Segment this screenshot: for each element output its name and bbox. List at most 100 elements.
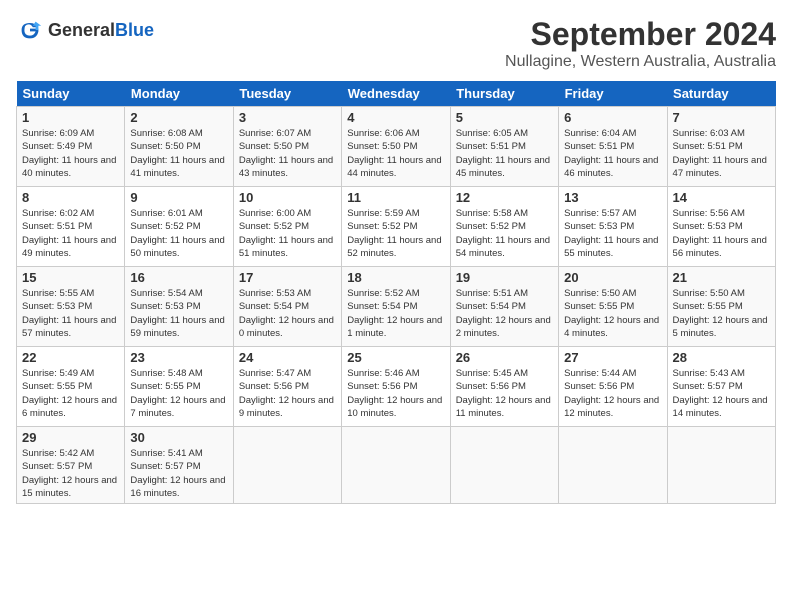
calendar-week-row: 15 Sunrise: 5:55 AMSunset: 5:53 PMDayligh…	[17, 267, 776, 347]
day-info: Sunrise: 5:50 AMSunset: 5:55 PMDaylight:…	[564, 287, 661, 340]
column-header-thursday: Thursday	[450, 81, 558, 107]
day-number: 7	[673, 110, 770, 125]
calendar-table: SundayMondayTuesdayWednesdayThursdayFrid…	[16, 81, 776, 504]
calendar-cell: 10Sunrise: 6:00 AMSunset: 5:52 PMDayligh…	[233, 187, 341, 267]
calendar-cell: 23 Sunrise: 5:48 AMSunset: 5:55 PMDayligh…	[125, 347, 233, 427]
day-info: Sunrise: 6:03 AMSunset: 5:51 PMDaylight:…	[673, 127, 770, 180]
day-number: 9	[130, 190, 227, 205]
day-info: Sunrise: 5:50 AMSunset: 5:55 PMDaylight:…	[673, 287, 770, 340]
calendar-cell: 19 Sunrise: 5:51 AMSunset: 5:54 PMDayligh…	[450, 267, 558, 347]
day-info: Sunrise: 5:52 AMSunset: 5:54 PMDaylight:…	[347, 287, 444, 340]
day-number: 23	[130, 350, 227, 365]
column-header-monday: Monday	[125, 81, 233, 107]
calendar-cell: 8 Sunrise: 6:02 AMSunset: 5:51 PMDaylight…	[17, 187, 125, 267]
calendar-cell: 2 Sunrise: 6:08 AMSunset: 5:50 PMDaylight…	[125, 107, 233, 187]
calendar-cell: 29 Sunrise: 5:42 AMSunset: 5:57 PMDayligh…	[17, 427, 125, 504]
logo-text: GeneralBlue	[48, 20, 154, 41]
calendar-cell: 25 Sunrise: 5:46 AMSunset: 5:56 PMDayligh…	[342, 347, 450, 427]
day-number: 26	[456, 350, 553, 365]
day-info: Sunrise: 5:49 AMSunset: 5:55 PMDaylight:…	[22, 367, 119, 420]
page-header: GeneralBlue September 2024 Nullagine, We…	[16, 16, 776, 71]
day-number: 8	[22, 190, 119, 205]
day-number: 29	[22, 430, 119, 445]
day-info: Sunrise: 5:46 AMSunset: 5:56 PMDaylight:…	[347, 367, 444, 420]
day-number: 27	[564, 350, 661, 365]
month-title: September 2024	[505, 16, 776, 53]
day-number: 18	[347, 270, 444, 285]
day-number: 3	[239, 110, 336, 125]
calendar-cell	[233, 427, 341, 504]
day-info: Sunrise: 5:54 AMSunset: 5:53 PMDaylight:…	[130, 287, 227, 340]
calendar-cell: 22 Sunrise: 5:49 AMSunset: 5:55 PMDayligh…	[17, 347, 125, 427]
logo-icon	[16, 16, 44, 44]
day-number: 19	[456, 270, 553, 285]
day-info: Sunrise: 5:48 AMSunset: 5:55 PMDaylight:…	[130, 367, 227, 420]
day-info: Sunrise: 5:42 AMSunset: 5:57 PMDaylight:…	[22, 447, 119, 500]
day-number: 6	[564, 110, 661, 125]
day-info: Sunrise: 5:41 AMSunset: 5:57 PMDaylight:…	[130, 447, 227, 500]
day-info: Sunrise: 6:02 AMSunset: 5:51 PMDaylight:…	[22, 207, 119, 260]
day-info: Sunrise: 5:43 AMSunset: 5:57 PMDaylight:…	[673, 367, 770, 420]
day-number: 22	[22, 350, 119, 365]
calendar-cell: 16 Sunrise: 5:54 AMSunset: 5:53 PMDayligh…	[125, 267, 233, 347]
day-info: Sunrise: 5:58 AMSunset: 5:52 PMDaylight:…	[456, 207, 553, 260]
calendar-cell: 27 Sunrise: 5:44 AMSunset: 5:56 PMDayligh…	[559, 347, 667, 427]
day-number: 4	[347, 110, 444, 125]
day-number: 25	[347, 350, 444, 365]
day-number: 14	[673, 190, 770, 205]
calendar-cell: 6 Sunrise: 6:04 AMSunset: 5:51 PMDaylight…	[559, 107, 667, 187]
column-header-saturday: Saturday	[667, 81, 775, 107]
logo: GeneralBlue	[16, 16, 154, 44]
day-number: 17	[239, 270, 336, 285]
day-number: 12	[456, 190, 553, 205]
day-number: 28	[673, 350, 770, 365]
title-section: September 2024 Nullagine, Western Austra…	[505, 16, 776, 71]
day-number: 21	[673, 270, 770, 285]
day-info: Sunrise: 5:55 AMSunset: 5:53 PMDaylight:…	[22, 287, 119, 340]
calendar-cell: 13 Sunrise: 5:57 AMSunset: 5:53 PMDayligh…	[559, 187, 667, 267]
calendar-cell: 9 Sunrise: 6:01 AMSunset: 5:52 PMDaylight…	[125, 187, 233, 267]
day-number: 2	[130, 110, 227, 125]
day-info: Sunrise: 6:01 AMSunset: 5:52 PMDaylight:…	[130, 207, 227, 260]
day-info: Sunrise: 6:06 AMSunset: 5:50 PMDaylight:…	[347, 127, 444, 180]
day-number: 5	[456, 110, 553, 125]
column-header-tuesday: Tuesday	[233, 81, 341, 107]
calendar-cell: 7 Sunrise: 6:03 AMSunset: 5:51 PMDaylight…	[667, 107, 775, 187]
day-number: 24	[239, 350, 336, 365]
day-info: Sunrise: 5:56 AMSunset: 5:53 PMDaylight:…	[673, 207, 770, 260]
column-header-wednesday: Wednesday	[342, 81, 450, 107]
day-number: 13	[564, 190, 661, 205]
calendar-cell: 12 Sunrise: 5:58 AMSunset: 5:52 PMDayligh…	[450, 187, 558, 267]
day-info: Sunrise: 6:05 AMSunset: 5:51 PMDaylight:…	[456, 127, 553, 180]
calendar-cell: 4 Sunrise: 6:06 AMSunset: 5:50 PMDaylight…	[342, 107, 450, 187]
day-number: 11	[347, 190, 444, 205]
day-info: Sunrise: 5:53 AMSunset: 5:54 PMDaylight:…	[239, 287, 336, 340]
calendar-cell: 20 Sunrise: 5:50 AMSunset: 5:55 PMDayligh…	[559, 267, 667, 347]
calendar-cell: 28 Sunrise: 5:43 AMSunset: 5:57 PMDayligh…	[667, 347, 775, 427]
day-info: Sunrise: 5:44 AMSunset: 5:56 PMDaylight:…	[564, 367, 661, 420]
calendar-cell: 3Sunrise: 6:07 AMSunset: 5:50 PMDaylight…	[233, 107, 341, 187]
day-number: 30	[130, 430, 227, 445]
day-info: Sunrise: 5:51 AMSunset: 5:54 PMDaylight:…	[456, 287, 553, 340]
day-number: 20	[564, 270, 661, 285]
day-info: Sunrise: 6:00 AMSunset: 5:52 PMDaylight:…	[239, 207, 336, 260]
calendar-cell: 18 Sunrise: 5:52 AMSunset: 5:54 PMDayligh…	[342, 267, 450, 347]
day-info: Sunrise: 5:57 AMSunset: 5:53 PMDaylight:…	[564, 207, 661, 260]
calendar-cell: 30 Sunrise: 5:41 AMSunset: 5:57 PMDayligh…	[125, 427, 233, 504]
calendar-cell	[450, 427, 558, 504]
location-title: Nullagine, Western Australia, Australia	[505, 53, 776, 71]
calendar-week-row: 22 Sunrise: 5:49 AMSunset: 5:55 PMDayligh…	[17, 347, 776, 427]
day-info: Sunrise: 6:08 AMSunset: 5:50 PMDaylight:…	[130, 127, 227, 180]
day-info: Sunrise: 5:59 AMSunset: 5:52 PMDaylight:…	[347, 207, 444, 260]
day-number: 15	[22, 270, 119, 285]
day-info: Sunrise: 5:45 AMSunset: 5:56 PMDaylight:…	[456, 367, 553, 420]
day-number: 16	[130, 270, 227, 285]
column-header-friday: Friday	[559, 81, 667, 107]
column-header-sunday: Sunday	[17, 81, 125, 107]
day-info: Sunrise: 6:04 AMSunset: 5:51 PMDaylight:…	[564, 127, 661, 180]
calendar-week-row: 8 Sunrise: 6:02 AMSunset: 5:51 PMDaylight…	[17, 187, 776, 267]
day-info: Sunrise: 5:47 AMSunset: 5:56 PMDaylight:…	[239, 367, 336, 420]
calendar-cell: 15 Sunrise: 5:55 AMSunset: 5:53 PMDayligh…	[17, 267, 125, 347]
day-number: 1	[22, 110, 119, 125]
calendar-week-row: 1Sunrise: 6:09 AMSunset: 5:49 PMDaylight…	[17, 107, 776, 187]
